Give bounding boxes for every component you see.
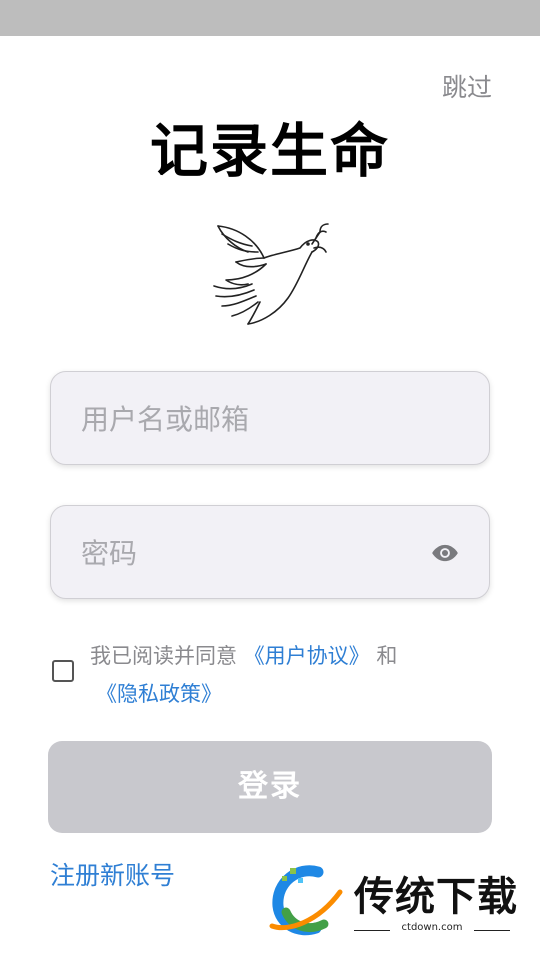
- user-agreement-link[interactable]: 《用户协议》: [244, 644, 370, 668]
- agreement-prefix: 我已阅读并同意: [90, 644, 244, 668]
- watermark-line-right: [474, 930, 510, 931]
- watermark: 传统下载 ctdown.com: [268, 862, 518, 940]
- password-input[interactable]: [81, 506, 421, 600]
- watermark-url: ctdown.com: [401, 922, 463, 933]
- login-button[interactable]: 登录: [48, 741, 492, 833]
- username-input[interactable]: [81, 372, 421, 466]
- username-field-container: [50, 371, 490, 466]
- register-link[interactable]: 注册新账号: [50, 856, 175, 892]
- status-bar: [0, 0, 540, 36]
- watermark-brand: 传统下载: [354, 874, 518, 920]
- agreement-checkbox[interactable]: [52, 660, 74, 682]
- watermark-logo-icon: [269, 865, 343, 936]
- agreement-conjunction: 和: [369, 644, 398, 668]
- password-field-container: [50, 505, 490, 600]
- eye-icon[interactable]: [431, 539, 459, 567]
- dove-icon: [213, 223, 329, 325]
- agreement-text: 我已阅读并同意 《用户协议》 和 《隐私政策》: [90, 637, 490, 706]
- page-title: 记录生命: [149, 117, 390, 185]
- skip-button[interactable]: 跳过: [442, 68, 492, 104]
- privacy-policy-link[interactable]: 《隐私政策》: [96, 682, 222, 706]
